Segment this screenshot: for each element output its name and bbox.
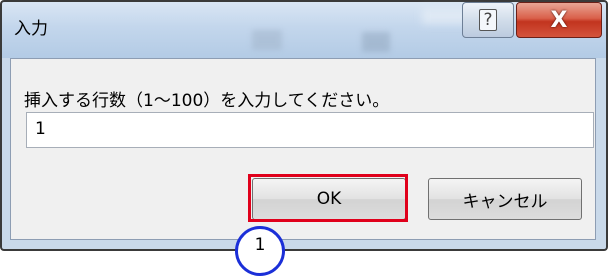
prompt-label: 挿入する行数（1～100）を入力してください。 [24, 91, 390, 111]
close-icon: X [550, 7, 568, 33]
row-count-input[interactable]: 1 [26, 112, 594, 148]
help-icon: ? [479, 9, 497, 31]
help-button[interactable]: ? [462, 2, 514, 38]
cancel-button[interactable]: キャンセル [428, 178, 582, 220]
ok-highlight-frame [248, 174, 408, 222]
step-marker: 1 [235, 226, 285, 276]
step-marker-number: 1 [254, 235, 266, 255]
dialog-title: 入力 [14, 19, 48, 39]
close-button[interactable]: X [516, 2, 602, 38]
